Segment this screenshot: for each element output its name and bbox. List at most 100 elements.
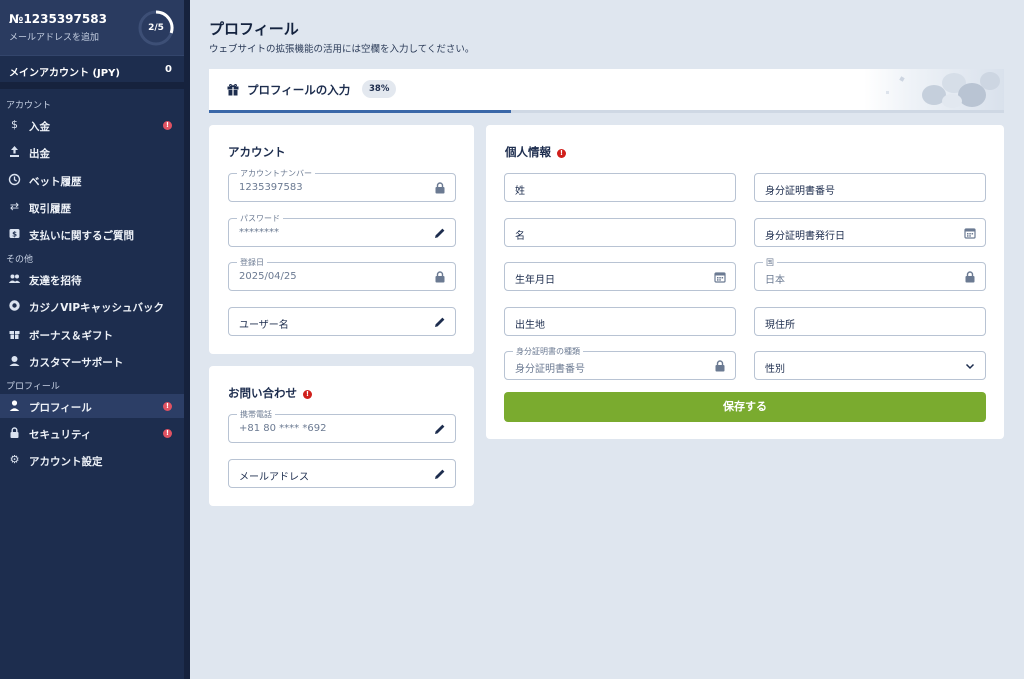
pencil-icon[interactable]	[434, 316, 446, 328]
field-label: パスワード	[237, 213, 283, 224]
decorative-gift-illustration	[864, 69, 1004, 110]
payment-help-icon: $	[9, 229, 20, 239]
field-placeholder: 生年月日	[515, 275, 555, 286]
alert-badge: !	[163, 402, 172, 411]
sidebar-item-security[interactable]: セキュリティ !	[0, 421, 184, 445]
lock-icon	[10, 427, 19, 438]
personal-info-title-text: 個人情報	[505, 145, 551, 159]
warning-icon: !	[557, 149, 566, 158]
field-value: 身分証明書番号	[515, 364, 585, 375]
arrows-icon: ⇄	[9, 200, 20, 213]
profile-progress-text: 2/5	[148, 23, 164, 33]
sidebar-item-payment-help[interactable]: $ 支払いに関するご質問	[0, 222, 184, 246]
account-number: №1235397583	[9, 12, 107, 26]
email-field[interactable]: メールアドレス	[228, 459, 456, 488]
sidebar-item-account-settings[interactable]: ⚙ アカウント設定	[0, 448, 184, 472]
calendar-icon[interactable]	[714, 271, 726, 283]
dollar-icon: $	[11, 118, 18, 131]
casino-chip-icon	[9, 300, 20, 311]
main-account-balance: 0	[165, 64, 172, 75]
sidebar-item-label: カジノVIPキャッシュバック	[29, 302, 165, 314]
id-number-field[interactable]: 身分証明書番号	[754, 173, 986, 202]
chevron-down-icon[interactable]	[964, 360, 976, 372]
gender-select[interactable]: 性別	[754, 351, 986, 380]
profile-progress-card: プロフィールの入力 38%	[209, 69, 1004, 113]
field-placeholder: 性別	[765, 364, 785, 375]
account-card-title: アカウント	[228, 145, 286, 159]
gift-icon	[9, 331, 20, 339]
field-placeholder: 身分証明書発行日	[765, 231, 845, 242]
field-placeholder: ユーザー名	[239, 320, 289, 331]
field-placeholder: メールアドレス	[239, 472, 309, 483]
contact-card: お問い合わせ! 携帯電話 +81 80 **** *692 メールアドレス	[209, 366, 474, 506]
sidebar-item-deposit[interactable]: $ 入金 !	[0, 113, 184, 137]
contact-card-title-text: お問い合わせ	[228, 386, 297, 400]
field-value: 日本	[765, 275, 785, 286]
registration-date-field: 登録日 2025/04/25	[228, 257, 456, 291]
pencil-icon[interactable]	[434, 227, 446, 239]
calendar-icon[interactable]	[964, 227, 976, 239]
lock-icon	[435, 271, 445, 283]
username-field[interactable]: ユーザー名	[228, 307, 456, 336]
account-card: アカウント アカウントナンバー 1235397583 パスワード *******…	[209, 125, 474, 354]
profile-progress-percent: 38%	[362, 80, 397, 98]
add-email-link[interactable]: メールアドレスを追加	[9, 30, 99, 43]
divider	[0, 82, 184, 89]
warning-icon: !	[303, 390, 312, 399]
password-field[interactable]: パスワード ********	[228, 213, 456, 247]
main-account-row[interactable]: メインアカウント (JPY) 0	[0, 55, 184, 82]
alert-badge: !	[163, 121, 172, 130]
field-placeholder: 姓	[515, 186, 525, 197]
section-account: アカウント	[6, 101, 52, 111]
field-value: 2025/04/25	[239, 271, 297, 282]
sidebar-item-bet-history[interactable]: ベット履歴	[0, 168, 184, 192]
sidebar-item-label: 取引履歴	[29, 203, 71, 215]
clock-icon	[8, 173, 21, 186]
friends-icon	[8, 274, 21, 283]
user-icon	[9, 400, 20, 411]
id-type-field: 身分証明書の種類 身分証明書番号	[504, 346, 736, 380]
sidebar-item-label: セキュリティ	[29, 429, 92, 441]
save-button[interactable]: 保存する	[504, 392, 986, 422]
field-value: ********	[239, 227, 279, 238]
sidebar-item-invite-friends[interactable]: 友達を招待	[0, 267, 184, 291]
svg-text:$: $	[12, 231, 17, 239]
personal-info-title: 個人情報!	[505, 144, 566, 160]
sidebar-item-bonus-gift[interactable]: ボーナス＆ギフト	[0, 322, 184, 346]
field-value: 1235397583	[239, 182, 303, 193]
sidebar-item-withdraw[interactable]: 出金	[0, 140, 184, 164]
profile-progress-fill	[209, 110, 511, 113]
sidebar-item-profile[interactable]: プロフィール !	[0, 394, 184, 418]
sidebar-item-label: 出金	[29, 148, 50, 160]
phone-field[interactable]: 携帯電話 +81 80 **** *692	[228, 409, 456, 443]
sidebar-item-label: 支払いに関するご質問	[29, 230, 134, 242]
gear-icon: ⚙	[9, 453, 20, 466]
pencil-icon[interactable]	[434, 423, 446, 435]
sidebar-item-support[interactable]: カスタマーサポート	[0, 349, 184, 373]
birth-date-field[interactable]: 生年月日	[504, 262, 736, 291]
upload-icon	[10, 146, 19, 157]
last-name-field[interactable]: 姓	[504, 173, 736, 202]
field-value: +81 80 **** *692	[239, 423, 327, 434]
birth-place-field[interactable]: 出生地	[504, 307, 736, 336]
sidebar-item-transactions[interactable]: ⇄ 取引履歴	[0, 195, 184, 219]
field-label: 身分証明書の種類	[513, 346, 583, 357]
sidebar-item-label: プロフィール	[29, 402, 92, 414]
main-account-label: メインアカウント (JPY)	[9, 68, 120, 79]
id-issue-date-field[interactable]: 身分証明書発行日	[754, 218, 986, 247]
first-name-field[interactable]: 名	[504, 218, 736, 247]
sidebar-item-label: 友達を招待	[29, 275, 82, 287]
field-label: 登録日	[237, 257, 267, 268]
account-number-field: アカウントナンバー 1235397583	[228, 168, 456, 202]
sidebar-item-label: ベット履歴	[29, 176, 82, 188]
sidebar-item-casino-vip[interactable]: カジノVIPキャッシュバック	[0, 294, 184, 318]
pencil-icon[interactable]	[434, 468, 446, 480]
field-label: アカウントナンバー	[237, 168, 315, 179]
sidebar-item-label: カスタマーサポート	[29, 357, 124, 369]
sidebar-border	[184, 0, 190, 679]
lock-icon	[965, 271, 975, 283]
current-address-field[interactable]: 現住所	[754, 307, 986, 336]
field-placeholder: 現住所	[765, 320, 795, 331]
account-header[interactable]: №1235397583 メールアドレスを追加 2/5	[0, 0, 184, 55]
page-subtitle: ウェブサイトの拡張機能の活用には空欄を入力してください。	[209, 44, 475, 55]
